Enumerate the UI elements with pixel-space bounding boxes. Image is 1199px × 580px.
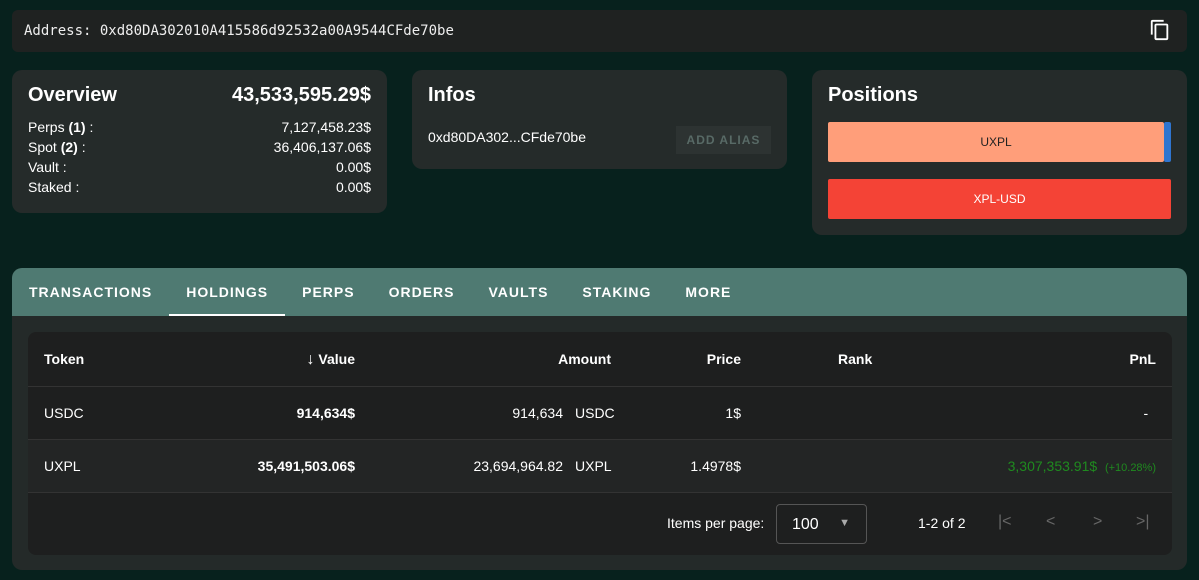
cell-price: 1$	[725, 405, 741, 421]
overview-row: Spot (2) : 36,406,137.06$	[28, 137, 371, 157]
header-amount[interactable]: Amount	[558, 332, 611, 387]
overview-title: Overview	[28, 84, 117, 106]
cell-pnl: -	[1144, 387, 1156, 442]
positions-title: Positions	[828, 84, 919, 106]
overview-row: Vault : 0.00$	[28, 157, 371, 177]
copy-icon[interactable]	[1149, 18, 1171, 42]
row-value: 7,127,458.23$	[281, 119, 371, 135]
cell-amount: 23,694,964.82	[473, 458, 563, 474]
address-bar: Address: 0xd80DA302010A415586d92532a00A9…	[12, 10, 1187, 52]
header-value[interactable]: ↓ Value	[307, 332, 355, 387]
address-value: 0xd80DA302010A415586d92532a00A9544CFde70…	[99, 23, 454, 39]
cell-price: 1.4978$	[690, 458, 741, 474]
items-per-page-label: Items per page:	[667, 515, 765, 531]
dropdown-arrow-icon: ▼	[839, 517, 850, 529]
row-count: (2)	[60, 139, 78, 155]
cell-unit: UXPL	[575, 458, 612, 474]
overview-card: Overview 43,533,595.29$ Perps (1) : 7,127…	[12, 70, 387, 213]
position-xpl-usd[interactable]: XPL-USD	[828, 179, 1171, 219]
header-token[interactable]: Token	[44, 332, 84, 387]
row-value: 36,406,137.06$	[273, 139, 371, 155]
infos-title: Infos	[428, 84, 476, 106]
cell-unit: USDC	[575, 405, 615, 421]
cell-amount: 914,634	[512, 405, 563, 421]
add-alias-button[interactable]: ADD ALIAS	[676, 126, 771, 154]
header-rank[interactable]: Rank	[838, 332, 872, 387]
row-label: Perps	[28, 119, 65, 135]
page-range: 1-2 of 2	[918, 515, 966, 531]
row-value: 0.00$	[335, 159, 371, 175]
overview-row-label: Perps (1) :	[28, 119, 94, 135]
positions-card: Positions UXPL XPL-USD	[812, 70, 1187, 235]
header-price[interactable]: Price	[707, 332, 741, 387]
position-bar-accent	[1164, 122, 1171, 162]
holdings-table: Token ↓ Value Amount Price Rank PnL USDC…	[28, 332, 1172, 555]
tab-holdings[interactable]: HOLDINGS	[169, 268, 286, 316]
prev-page-icon[interactable]: <	[1046, 513, 1055, 531]
tab-bar: TRANSACTIONS HOLDINGS PERPS ORDERS VAULTS STA…	[12, 268, 1187, 316]
tab-staking[interactable]: STAKING	[565, 268, 668, 316]
row-label: Staked	[28, 179, 72, 195]
row-value: 0.00$	[335, 179, 371, 195]
overview-row-label: Spot (2) :	[28, 139, 86, 155]
holdings-panel: TRANSACTIONS HOLDINGS PERPS ORDERS VAULTS STA…	[12, 268, 1187, 570]
items-per-page-select[interactable]: 100 ▼	[776, 504, 867, 544]
tab-more[interactable]: MORE	[668, 268, 748, 316]
pnl-value: 3,307,353.91$	[1007, 458, 1098, 474]
infos-card: Infos 0xd80DA302...CFde70be ADD ALIAS	[412, 70, 787, 169]
table-header: Token ↓ Value Amount Price Rank PnL	[28, 332, 1172, 387]
items-per-page-value: 100	[792, 516, 819, 533]
tab-transactions[interactable]: TRANSACTIONS	[12, 268, 169, 316]
tab-orders[interactable]: ORDERS	[372, 268, 472, 316]
tab-vaults[interactable]: VAULTS	[472, 268, 566, 316]
address-label: Address:	[24, 23, 92, 39]
row-label: Vault	[28, 159, 59, 175]
row-label: Spot	[28, 139, 57, 155]
header-pnl[interactable]: PnL	[1130, 332, 1156, 387]
next-page-icon[interactable]: >	[1093, 513, 1102, 531]
first-page-icon[interactable]: |<	[998, 513, 1012, 531]
overview-row: Perps (1) : 7,127,458.23$	[28, 117, 371, 137]
position-uxpl[interactable]: UXPL	[828, 122, 1164, 162]
cell-token: USDC	[44, 405, 84, 421]
overview-row-label: Vault :	[28, 159, 67, 175]
cell-pnl: 3,307,353.91$ (+10.28%)	[1008, 440, 1156, 495]
row-count: (1)	[68, 119, 86, 135]
pnl-percent: (+10.28%)	[1104, 462, 1156, 474]
last-page-icon[interactable]: >|	[1136, 513, 1150, 531]
table-row[interactable]: UXPL 35,491,503.06$ 23,694,964.82 UXPL 1…	[28, 440, 1172, 493]
sort-arrow-down-icon: ↓	[306, 351, 315, 368]
overview-row-label: Staked :	[28, 179, 80, 195]
table-row[interactable]: USDC 914,634$ 914,634 USDC 1$ -	[28, 387, 1172, 440]
overview-row: Staked : 0.00$	[28, 177, 371, 197]
cell-value: 35,491,503.06$	[257, 458, 355, 474]
cell-value: 914,634$	[296, 405, 355, 421]
cell-token: UXPL	[44, 458, 81, 474]
paginator: Items per page: 100 ▼ 1-2 of 2 |< < > >|	[28, 493, 1172, 555]
tab-perps[interactable]: PERPS	[285, 268, 371, 316]
pnl-value: -	[1143, 405, 1149, 421]
header-value-label: Value	[318, 351, 355, 367]
overview-total: 43,533,595.29$	[231, 84, 371, 106]
